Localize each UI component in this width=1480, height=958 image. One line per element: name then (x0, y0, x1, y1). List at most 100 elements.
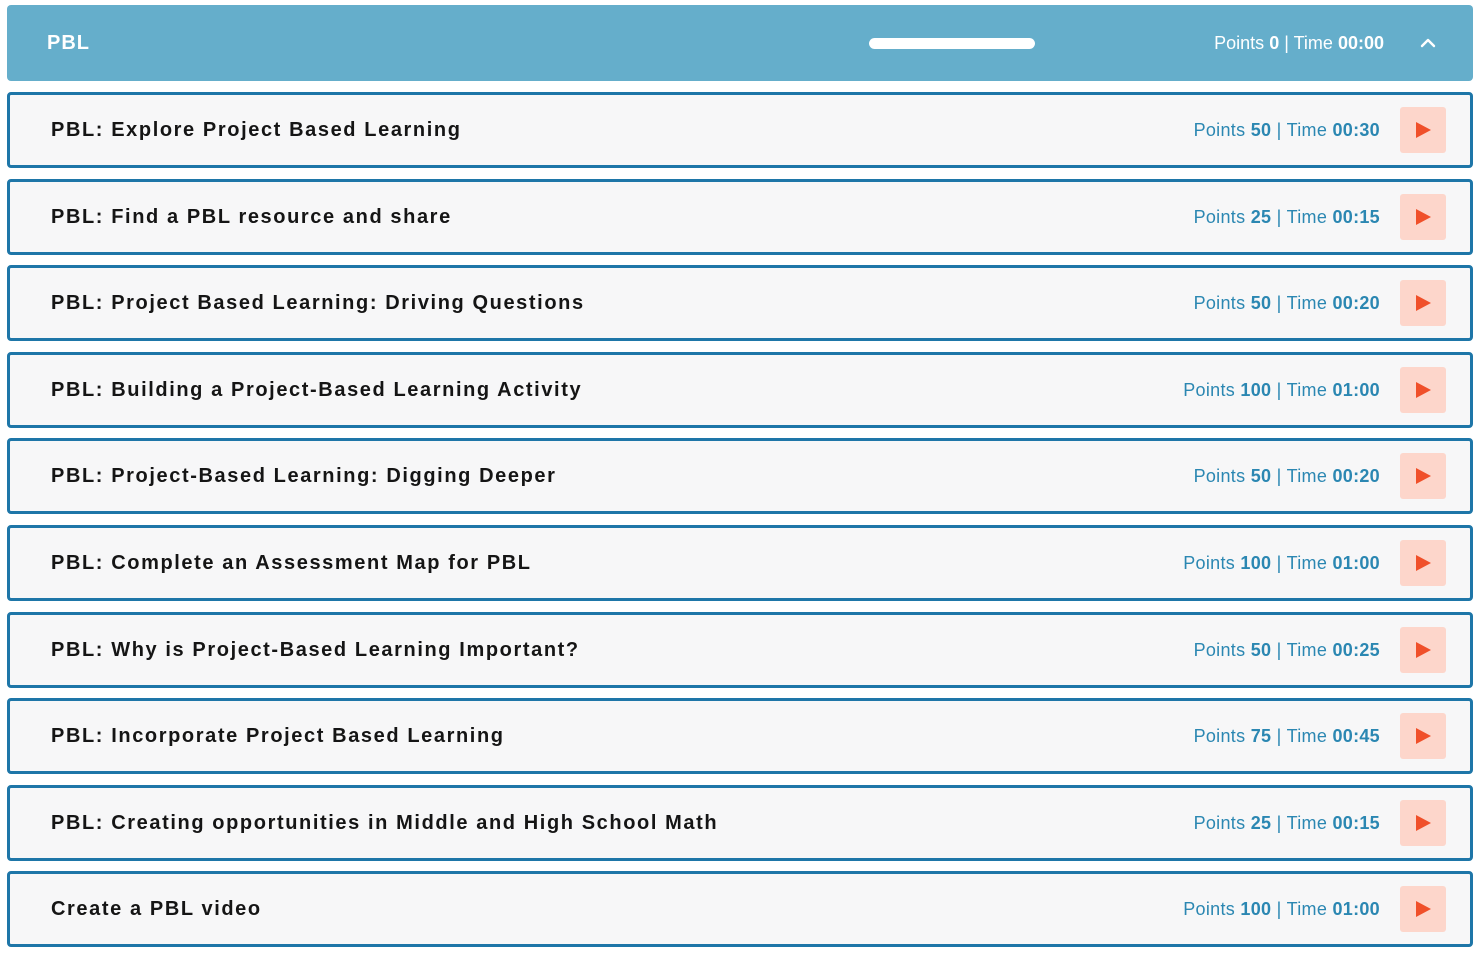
points-label: Points (1183, 899, 1236, 920)
section-meta: Points 0 | Time 00:00 (1214, 5, 1384, 81)
section-title: PBL (47, 32, 90, 54)
section-progress-fill (869, 38, 1035, 49)
time-label: Time (1286, 293, 1328, 314)
play-icon (1414, 208, 1432, 226)
points-value: 25 (1250, 812, 1272, 833)
activity-item[interactable]: PBL: Complete an Assessment Map for PBL P… (7, 524, 1473, 601)
time-value: 00:15 (1332, 812, 1380, 833)
play-icon (1414, 641, 1432, 659)
activity-meta: Points 50 | Time 00:20 (1194, 268, 1380, 338)
activity-meta: Points 50 | Time 00:25 (1194, 615, 1380, 685)
points-label: Points (1193, 812, 1246, 833)
points-label: Points (1193, 206, 1246, 227)
play-button[interactable] (1400, 626, 1446, 673)
points-label: Points (1193, 120, 1246, 140)
chevron-up-icon[interactable] (1419, 34, 1437, 52)
activity-item[interactable]: PBL: Project Based Learning: Driving Que… (7, 265, 1473, 342)
meta-separator: | (1284, 33, 1289, 53)
meta-separator: | (1276, 552, 1282, 573)
meta-separator: | (1276, 466, 1282, 487)
activity-meta: Points 50 | Time 00:20 (1194, 441, 1380, 511)
activity-meta: Points 50 | Time 00:30 (1194, 95, 1380, 165)
activity-item[interactable]: PBL: Find a PBL resource and share Points… (7, 178, 1473, 255)
activity-title[interactable]: PBL: Why is Project-Based Learning Impor… (51, 615, 580, 685)
activity-title[interactable]: PBL: Project-Based Learning: Digging Dee… (51, 441, 557, 511)
activity-item[interactable]: Create a PBL video Points 100 | Time 01:0… (7, 871, 1473, 948)
time-label: Time (1286, 726, 1328, 747)
play-icon (1414, 727, 1432, 745)
meta-separator: | (1276, 293, 1282, 314)
activity-meta: Points 100 | Time 01:00 (1183, 355, 1380, 425)
activity-item[interactable]: PBL: Creating opportunities in Middle an… (7, 784, 1473, 861)
time-value: 00:00 (1337, 33, 1384, 53)
activity-list: PBL: Explore Project Based Learning Point… (7, 92, 1473, 958)
time-value: 00:45 (1332, 726, 1380, 747)
points-value: 100 (1240, 379, 1272, 400)
points-value: 50 (1250, 639, 1272, 660)
points-value: 50 (1250, 293, 1272, 314)
points-value: 75 (1250, 726, 1272, 747)
activity-title[interactable]: PBL: Creating opportunities in Middle an… (51, 788, 718, 858)
meta-separator: | (1276, 899, 1282, 920)
time-label: Time (1286, 379, 1328, 400)
time-value: 00:25 (1332, 639, 1380, 660)
section-header[interactable]: PBL Points 0 | Time 00:00 (7, 5, 1473, 81)
play-button[interactable] (1400, 280, 1446, 327)
play-button[interactable] (1400, 713, 1446, 760)
activity-title[interactable]: PBL: Find a PBL resource and share (51, 182, 452, 252)
activity-title[interactable]: Create a PBL video (51, 874, 262, 944)
time-label: Time (1286, 120, 1328, 140)
play-button[interactable] (1400, 453, 1446, 500)
time-label: Time (1286, 466, 1328, 487)
time-value: 01:00 (1332, 379, 1380, 400)
time-value: 00:20 (1332, 293, 1380, 314)
points-label: Points (1183, 379, 1236, 400)
activity-title[interactable]: PBL: Incorporate Project Based Learning (51, 701, 505, 771)
activity-meta: Points 100 | Time 01:00 (1183, 874, 1380, 944)
activity-title[interactable]: PBL: Project Based Learning: Driving Que… (51, 268, 585, 338)
time-label: Time (1286, 206, 1328, 227)
meta-separator: | (1276, 726, 1282, 747)
meta-separator: | (1276, 206, 1282, 227)
activity-item[interactable]: PBL: Why is Project-Based Learning Impor… (7, 611, 1473, 688)
points-label: Points (1214, 33, 1265, 53)
play-icon (1414, 554, 1432, 572)
activity-meta: Points 25 | Time 00:15 (1194, 788, 1380, 858)
play-button[interactable] (1400, 886, 1446, 933)
points-value: 50 (1250, 120, 1272, 140)
time-label: Time (1286, 639, 1328, 660)
points-value: 0 (1269, 33, 1280, 53)
time-value: 00:30 (1332, 120, 1380, 140)
activity-meta: Points 75 | Time 00:45 (1194, 701, 1380, 771)
points-label: Points (1193, 639, 1246, 660)
meta-separator: | (1276, 812, 1282, 833)
play-button[interactable] (1400, 799, 1446, 846)
points-value: 50 (1250, 466, 1272, 487)
play-icon (1414, 381, 1432, 399)
activity-item[interactable]: PBL: Explore Project Based Learning Point… (7, 92, 1473, 168)
activity-title[interactable]: PBL: Complete an Assessment Map for PBL (51, 528, 532, 598)
play-button[interactable] (1400, 193, 1446, 240)
play-button[interactable] (1400, 539, 1446, 586)
time-value: 00:20 (1332, 466, 1380, 487)
activity-title[interactable]: PBL: Building a Project-Based Learning A… (51, 355, 582, 425)
activity-title[interactable]: PBL: Explore Project Based Learning (51, 95, 462, 165)
meta-separator: | (1276, 639, 1282, 660)
time-label: Time (1286, 899, 1328, 920)
points-label: Points (1193, 726, 1246, 747)
points-label: Points (1193, 466, 1246, 487)
points-label: Points (1193, 293, 1246, 314)
time-value: 00:15 (1332, 206, 1380, 227)
activity-item[interactable]: PBL: Project-Based Learning: Digging Dee… (7, 438, 1473, 515)
activity-item[interactable]: PBL: Incorporate Project Based Learning P… (7, 698, 1473, 775)
meta-separator: | (1276, 379, 1282, 400)
play-icon (1414, 900, 1432, 918)
play-button[interactable] (1400, 366, 1446, 413)
play-button[interactable] (1400, 107, 1446, 153)
activity-meta: Points 100 | Time 01:00 (1183, 528, 1380, 598)
time-label: Time (1286, 552, 1328, 573)
activity-item[interactable]: PBL: Building a Project-Based Learning A… (7, 351, 1473, 428)
time-value: 01:00 (1332, 899, 1380, 920)
time-label: Time (1286, 812, 1328, 833)
points-value: 100 (1240, 552, 1272, 573)
